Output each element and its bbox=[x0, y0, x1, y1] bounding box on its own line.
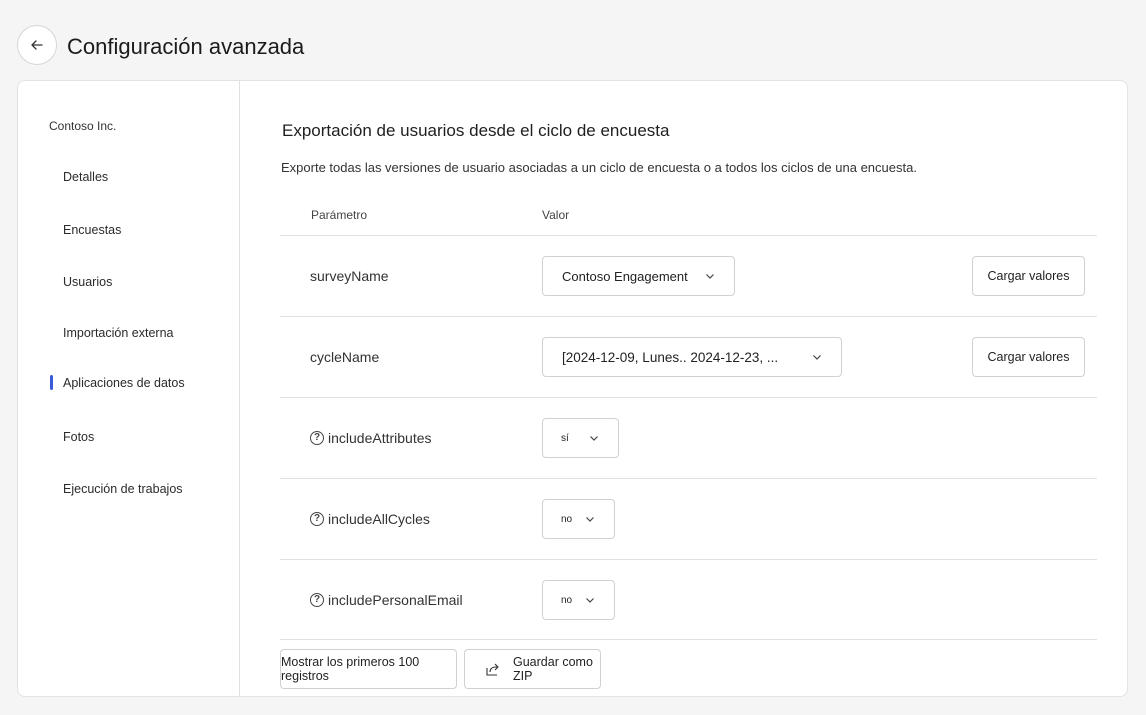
chevron-down-icon bbox=[706, 274, 714, 279]
param-label: ? includePersonalEmail bbox=[310, 592, 463, 608]
help-icon[interactable]: ? bbox=[310, 512, 324, 526]
param-name: cycleName bbox=[310, 349, 380, 365]
help-icon[interactable]: ? bbox=[310, 431, 324, 445]
chevron-down-icon bbox=[813, 355, 821, 360]
param-label: cycleName bbox=[310, 349, 379, 365]
divider bbox=[280, 696, 1097, 697]
share-icon bbox=[486, 663, 499, 676]
select-value: [2024-12-09, Lunes.. 2024-12-23, ... bbox=[562, 349, 779, 365]
page-title: Configuración avanzada bbox=[67, 34, 305, 59]
sidebar-item-usuarios[interactable]: Usuarios bbox=[63, 275, 112, 289]
load-values-button[interactable]: Cargar valores bbox=[972, 256, 1085, 296]
param-name: surveyName bbox=[310, 268, 389, 284]
param-label: surveyName bbox=[310, 268, 389, 284]
sidebar-item-ejecucion[interactable]: Ejecución de trabajos bbox=[63, 482, 183, 496]
sidebar: Contoso Inc. Detalles Encuestas Usuarios… bbox=[18, 81, 240, 696]
section-title: Exportación de usuarios desde el ciclo d… bbox=[282, 121, 670, 140]
back-arrow-icon bbox=[31, 40, 43, 50]
param-row: ? includeAllCycles no bbox=[280, 478, 1097, 559]
select-value: sí bbox=[561, 432, 569, 444]
chevron-down-icon bbox=[590, 436, 598, 441]
select-value: no bbox=[561, 513, 573, 525]
sidebar-item-detalles[interactable]: Detalles bbox=[63, 170, 108, 184]
back-button[interactable] bbox=[17, 25, 57, 65]
show-records-button[interactable]: Mostrar los primeros 100 registros bbox=[280, 649, 457, 689]
param-label: ? includeAttributes bbox=[310, 430, 432, 446]
divider bbox=[280, 639, 1097, 640]
sidebar-item-encuestas[interactable]: Encuestas bbox=[63, 223, 121, 237]
chevron-down-icon bbox=[586, 598, 594, 603]
include-attributes-select[interactable]: sí bbox=[542, 418, 619, 458]
select-value: no bbox=[561, 594, 573, 606]
load-values-button[interactable]: Cargar valores bbox=[972, 337, 1085, 377]
section-description: Exporte todas las versiones de usuario a… bbox=[281, 160, 917, 175]
param-row: ? includePersonalEmail no bbox=[280, 559, 1097, 640]
param-row: ? includeAttributes sí bbox=[280, 397, 1097, 478]
param-row: surveyName Contoso Engagement Cargar val… bbox=[280, 235, 1097, 316]
save-zip-button[interactable]: Guardar como ZIP bbox=[464, 649, 601, 689]
select-value: Contoso Engagement bbox=[562, 268, 688, 284]
param-name: includeAttributes bbox=[328, 430, 432, 446]
cycle-name-select[interactable]: [2024-12-09, Lunes.. 2024-12-23, ... bbox=[542, 337, 842, 377]
column-header-param: Parámetro bbox=[311, 208, 368, 222]
param-name: includePersonalEmail bbox=[328, 592, 463, 608]
include-personal-email-select[interactable]: no bbox=[542, 580, 615, 620]
param-row: cycleName [2024-12-09, Lunes.. 2024-12-2… bbox=[280, 316, 1097, 397]
save-zip-label: Guardar como ZIP bbox=[513, 655, 593, 683]
help-icon[interactable]: ? bbox=[310, 593, 324, 607]
include-all-cycles-select[interactable]: no bbox=[542, 499, 615, 539]
sidebar-item-fotos[interactable]: Fotos bbox=[63, 430, 94, 444]
param-name: includeAllCycles bbox=[328, 511, 430, 527]
chevron-down-icon bbox=[586, 517, 594, 522]
sidebar-item-importacion[interactable]: Importación externa bbox=[63, 326, 173, 340]
sidebar-item-aplicaciones[interactable]: Aplicaciones de datos bbox=[50, 375, 185, 390]
main-panel: Exportación de usuarios desde el ciclo d… bbox=[240, 81, 1127, 696]
survey-name-select[interactable]: Contoso Engagement bbox=[542, 256, 735, 296]
org-name: Contoso Inc. bbox=[49, 119, 117, 133]
column-header-value: Valor bbox=[542, 208, 570, 222]
settings-card: Contoso Inc. Detalles Encuestas Usuarios… bbox=[17, 80, 1128, 697]
param-label: ? includeAllCycles bbox=[310, 511, 430, 527]
